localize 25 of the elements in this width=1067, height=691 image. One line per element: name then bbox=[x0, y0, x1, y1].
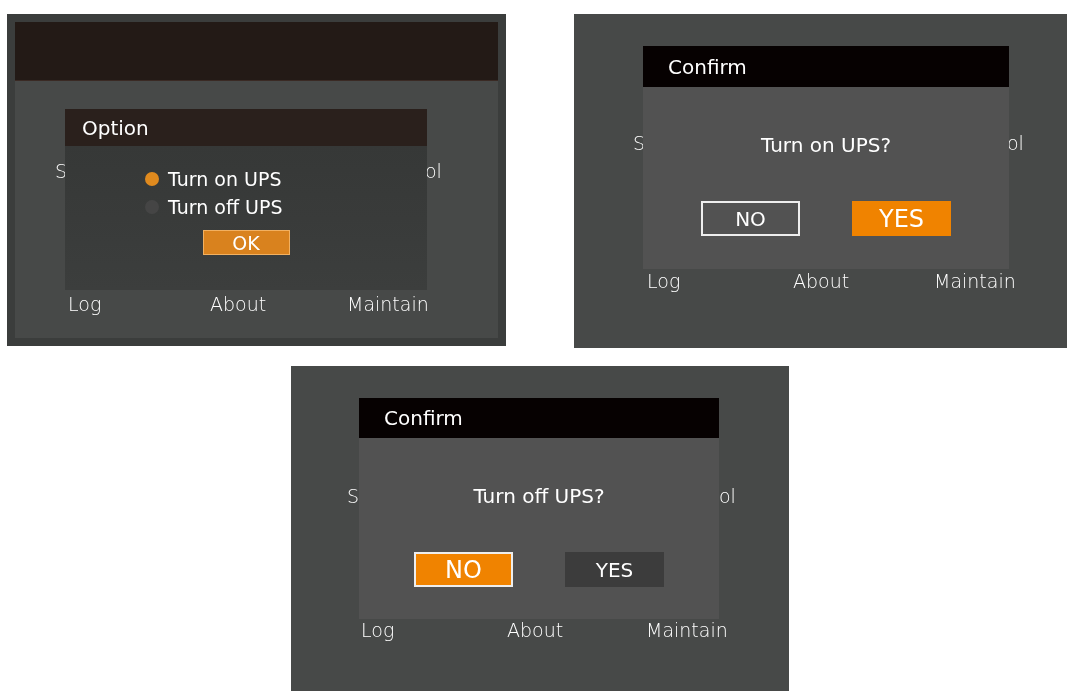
menu-label: ol bbox=[425, 161, 442, 181]
menu-label: ol bbox=[719, 486, 736, 506]
radio-button[interactable] bbox=[145, 172, 159, 186]
menu-label: S bbox=[633, 133, 646, 153]
dialog-title: Confirm bbox=[359, 398, 719, 438]
menu-label: S bbox=[55, 161, 68, 181]
menu-item[interactable]: Log bbox=[68, 294, 102, 314]
menu-item[interactable]: About bbox=[793, 271, 850, 291]
option-label: Turn on UPS bbox=[168, 168, 282, 190]
menu-item[interactable]: Maintain bbox=[934, 271, 1016, 291]
confirm-message: Turn on UPS? bbox=[760, 133, 891, 157]
menu-item[interactable]: Log bbox=[647, 271, 681, 291]
menu-label: ol bbox=[1007, 133, 1024, 153]
menu-item[interactable]: Log bbox=[361, 620, 395, 640]
dialog-title: Option bbox=[65, 109, 427, 146]
menu-item[interactable]: About bbox=[507, 620, 564, 640]
dialog-button[interactable]: NO bbox=[701, 201, 800, 236]
menu-item[interactable]: About bbox=[210, 294, 267, 314]
option-label: Turn off UPS bbox=[168, 196, 283, 218]
confirm-message: Turn off UPS? bbox=[473, 484, 605, 508]
dialog-title: Confirm bbox=[643, 46, 1009, 87]
menu-item[interactable]: Maintain bbox=[646, 620, 728, 640]
menu-label: S bbox=[347, 486, 360, 506]
dialog-button[interactable]: YES bbox=[565, 552, 664, 587]
menu-item[interactable]: Maintain bbox=[347, 294, 429, 314]
